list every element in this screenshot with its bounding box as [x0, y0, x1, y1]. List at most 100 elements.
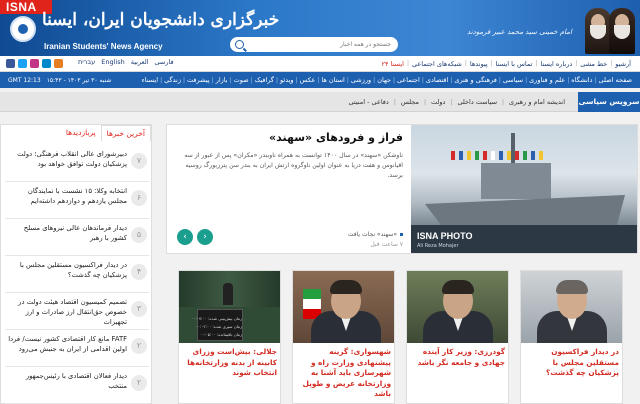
sidebar-list: ۷ دبیرشورای عالی انقلاب فرهنگی؛ دولت پزش… [5, 145, 149, 404]
nav-separator: | [250, 76, 253, 84]
ship-deck [481, 163, 551, 199]
main-nav-isna[interactable]: ایسناء [140, 76, 160, 84]
isna-logo-icon[interactable] [10, 16, 36, 42]
main-nav-graphic[interactable]: گرافیک [253, 76, 276, 84]
item-text[interactable]: FATF مانع کار اقتصادی کشور نیست/ فردا او… [7, 334, 127, 354]
nav-separator: | [502, 98, 505, 106]
timer-screen: زمان بیش‌بینی شده: ۰۰:۰۷:۰۰ زمان سپری شد… [191, 309, 243, 341]
featured-summary: ناوشکن «سهند» در سال ۱۴۰۰ توانست به همرا… [184, 152, 403, 179]
lang-hebrew[interactable]: עברית [78, 58, 95, 66]
main-nav-home[interactable]: صفحه اصلی [597, 76, 634, 84]
news-card[interactable]: شهسواری: گزینه پیشنهادی وزارت راه و شهرس… [292, 270, 395, 404]
card-image[interactable] [407, 271, 508, 343]
service-title[interactable]: سرویس سیاسی [578, 92, 640, 112]
brand-title-en[interactable]: Iranian Students' News Agency [44, 42, 163, 51]
featured-photo[interactable]: ISNA PHOTO Ali Reza Mohajer [411, 125, 637, 253]
card-title[interactable]: شهسواری: گزینه پیشنهادی وزارت راه و شهرس… [297, 347, 391, 400]
main-nav-society[interactable]: اجتماعی [395, 76, 422, 84]
main-nav-science[interactable]: علم و فناوری [527, 76, 567, 84]
item-text[interactable]: دیدار فرماندهان عالی نیروهای مسلح کشور ب… [7, 223, 127, 243]
main-nav-life[interactable]: زندگی [162, 76, 183, 84]
top-nav-policy[interactable]: خط مشی [577, 60, 610, 68]
nav-separator: | [450, 76, 453, 84]
list-item[interactable]: ۴ در دیدار فراکسیون مستقلین مجلس با پزشک… [5, 256, 149, 293]
main-nav-photo[interactable]: عکس [298, 76, 318, 84]
item-text[interactable]: دیدار فعالان اقتصادی با رئیس‌جمهور منتخب [7, 371, 127, 391]
news-card[interactable]: زمان بیش‌بینی شده: ۰۰:۰۷:۰۰ زمان سپری شد… [178, 270, 281, 404]
featured-tag[interactable]: «سهند» نجات یافت [348, 231, 403, 238]
subnav-government[interactable]: دولت [426, 98, 450, 106]
photo-credit: Ali Reza Mohajer [417, 243, 459, 249]
news-card[interactable]: در دیدار فراکسیون مستقلین مجلس با پزشکیا… [520, 270, 623, 404]
lang-arabic[interactable]: العربية [131, 58, 149, 66]
top-nav-about[interactable]: درباره ایسنا [537, 60, 575, 68]
search-input[interactable] [244, 41, 393, 48]
main-nav-video[interactable]: ویدئو [278, 76, 296, 84]
lang-english[interactable]: English [101, 58, 124, 66]
subnav-defense[interactable]: دفاعی - امنیتی [343, 98, 393, 106]
list-item[interactable]: ۷ دبیرشورای عالی انقلاب فرهنگی؛ دولت پزش… [5, 145, 149, 182]
search-icon[interactable] [235, 40, 244, 49]
carousel-prev-button[interactable]: ‹ [177, 229, 193, 245]
list-item[interactable]: ۳ تصمیم کمیسیون اقتصاد هیئت دولت در خصوص… [5, 293, 149, 330]
lang-farsi[interactable]: فارسی [154, 58, 173, 66]
news-card[interactable]: گودرزی: وزیر کار آینده جهادی و جامعه نگر… [406, 270, 509, 404]
subnav-parliament[interactable]: مجلس [396, 98, 424, 106]
item-text[interactable]: دبیرشورای عالی انقلاب فرهنگی؛ دولت پزشکی… [7, 149, 127, 169]
news-sidebar: آخرین خبرها پربازدیدها ۷ دبیرشورای عالی … [0, 124, 152, 404]
main-nav-economy[interactable]: اقتصادی [424, 76, 450, 84]
top-nav-social[interactable]: شبکه‌های اجتماعی [409, 60, 465, 68]
main-nav-market[interactable]: بازار [214, 76, 230, 84]
card-title[interactable]: جلالی: بیش‌است وزرای کابینه از بدنه وزار… [183, 347, 277, 379]
main-nav-world[interactable]: جهان [375, 76, 393, 84]
item-text[interactable]: در دیدار فراکسیون مستقلین مجلس با پزشکیا… [7, 260, 127, 280]
carousel-next-button[interactable]: › [197, 229, 213, 245]
timer-row: زمان بیش‌بینی شده: ۰۰:۰۷:۰۰ [191, 316, 242, 321]
main-nav-culture[interactable]: فرهنگی و هنری [452, 76, 498, 84]
card-image[interactable] [521, 271, 622, 343]
main-nav-provinces[interactable]: استان ها [319, 76, 346, 84]
twitter-icon[interactable] [18, 59, 27, 68]
date-bar: GMT 12:13 شنبه ۳۰ تیر ۱۴۰۳ - ۱۵:۴۳ [0, 74, 111, 87]
facebook-icon[interactable] [6, 59, 15, 68]
card-title[interactable]: گودرزی: وزیر کار آینده جهادی و جامعه نگر… [411, 347, 505, 368]
main-nav-progress[interactable]: پیشرفت [185, 76, 212, 84]
featured-story: ISNA PHOTO Ali Reza Mohajer فراز و فروده… [166, 124, 638, 254]
list-item[interactable]: ۲ FATF مانع کار اقتصادی کشور نیست/ فردا … [5, 330, 149, 367]
card-image[interactable] [293, 271, 394, 343]
brand-title-fa[interactable]: خبرگزاری دانشجویان ایران، ایسنا [42, 10, 280, 30]
list-item[interactable]: ۶ انتخابه وکلا: ۱۵ نشست با نمایندگان مجل… [5, 182, 149, 219]
nav-separator: | [610, 60, 613, 67]
rss-icon[interactable] [54, 59, 63, 68]
timer-row: زمان سپری شده: ۰۰:۰۲:۰۰ [195, 324, 242, 329]
item-text[interactable]: تصمیم کمیسیون اقتصاد هیئت دولت در خصوص ح… [7, 297, 127, 327]
card-title[interactable]: در دیدار فراکسیون مستقلین مجلس با پزشکیا… [525, 347, 619, 379]
tab-latest[interactable]: آخرین خبرها [100, 125, 151, 141]
main-nav-sports[interactable]: ورزشی [349, 76, 373, 84]
item-text[interactable]: انتخابه وکلا: ۱۵ نشست با نمایندگان مجلس … [7, 186, 127, 206]
search-box[interactable] [230, 37, 398, 52]
list-item[interactable]: ۵ دیدار فرماندهان عالی نیروهای مسلح کشور… [5, 219, 149, 256]
instagram-icon[interactable] [30, 59, 39, 68]
nav-separator: | [160, 76, 163, 84]
portrait-image [609, 8, 635, 54]
main-nav-politics[interactable]: سیاسی [501, 76, 525, 84]
card-image[interactable]: زمان بیش‌بینی شده: ۰۰:۰۷:۰۰ زمان سپری شد… [179, 271, 280, 343]
top-nav-isna24[interactable]: ایسنا ۲۴ [379, 60, 407, 68]
nav-separator: | [594, 76, 597, 84]
photo-watermark: ISNA PHOTO [417, 231, 473, 241]
main-nav-audio[interactable]: صوت [232, 76, 251, 84]
nav-separator: | [295, 76, 298, 84]
ship-hull [425, 195, 625, 225]
top-nav-contact[interactable]: تماس با ایسنا [493, 60, 536, 68]
top-nav-archive[interactable]: آرشیو [612, 60, 634, 68]
subnav-imam[interactable]: اندیشه امام و رهبری [504, 98, 570, 106]
main-nav-university[interactable]: دانشگاه [569, 76, 594, 84]
featured-title[interactable]: فراز و فرودهای «سهند» [171, 131, 403, 144]
subnav-domestic[interactable]: سیاست داخلی [452, 98, 502, 106]
top-nav-links[interactable]: پیوندها [467, 60, 491, 68]
nav-separator: | [525, 76, 528, 84]
telegram-icon[interactable] [42, 59, 51, 68]
list-item[interactable]: ۲ دیدار فعالان اقتصادی با رئیس‌جمهور منت… [5, 367, 149, 404]
tab-popular[interactable]: پربازدیدها [61, 125, 101, 141]
